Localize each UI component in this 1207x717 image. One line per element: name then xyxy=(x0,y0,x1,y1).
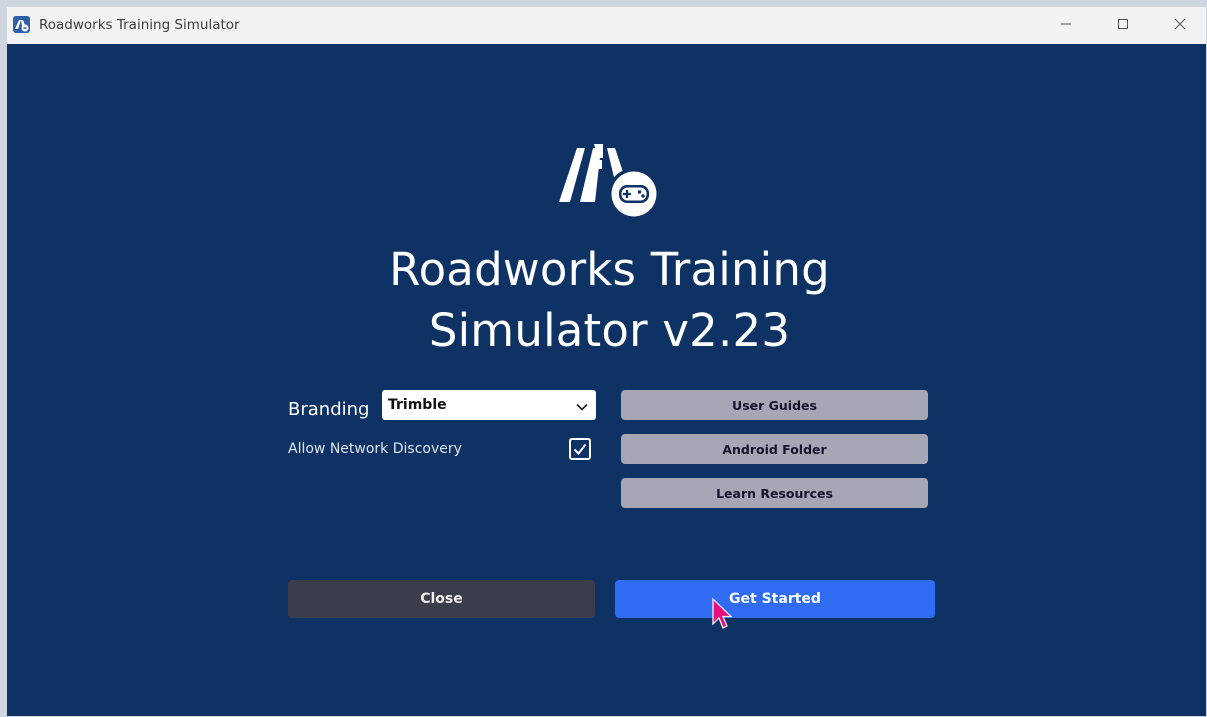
window-title: Roadworks Training Simulator xyxy=(39,17,240,33)
network-discovery-checkbox[interactable] xyxy=(569,438,591,460)
close-button[interactable]: Close xyxy=(288,580,595,618)
launcher-panel: Roadworks Training Simulator v2.23 Brand… xyxy=(7,44,1206,716)
close-icon xyxy=(1174,17,1186,35)
branding-selected-value: Trimble xyxy=(388,397,447,413)
get-started-button[interactable]: Get Started xyxy=(615,580,935,618)
maximize-button[interactable] xyxy=(1095,7,1151,44)
title-bar: Roadworks Training Simulator xyxy=(7,7,1206,44)
branding-label: Branding xyxy=(288,399,370,420)
close-window-button[interactable] xyxy=(1152,7,1206,44)
android-folder-button[interactable]: Android Folder xyxy=(621,434,928,464)
user-guides-button[interactable]: User Guides xyxy=(621,390,928,420)
minimize-icon xyxy=(1060,17,1072,35)
app-logo-icon xyxy=(13,16,30,33)
mouse-pointer-icon xyxy=(711,597,737,633)
headline-line-2: Simulator v2.23 xyxy=(428,304,791,357)
app-window: Roadworks Training Simulator Roadworks T… xyxy=(7,7,1206,716)
network-discovery-label: Allow Network Discovery xyxy=(288,441,462,457)
minimize-button[interactable] xyxy=(1038,7,1094,44)
branding-dropdown[interactable]: Trimble xyxy=(382,390,596,420)
learn-resources-button[interactable]: Learn Resources xyxy=(621,478,928,508)
maximize-icon xyxy=(1117,17,1129,35)
headline-line-1: Roadworks Training xyxy=(389,243,830,296)
chevron-down-icon xyxy=(576,399,588,417)
app-headline: Roadworks Training Simulator v2.23 xyxy=(307,239,912,361)
road-gamepad-logo-icon xyxy=(555,140,663,220)
